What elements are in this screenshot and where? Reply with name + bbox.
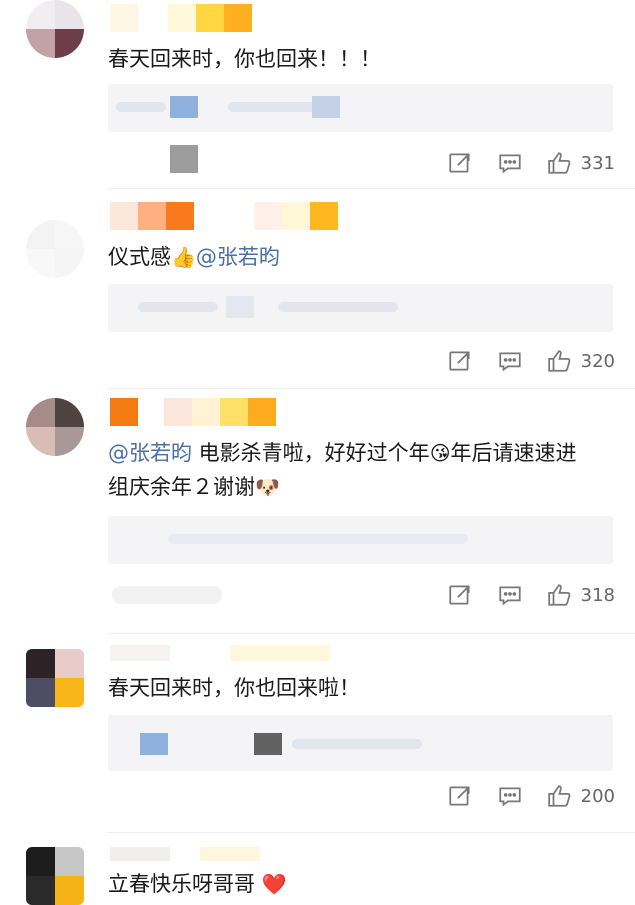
comment-icon [499,586,521,606]
comment-item: @张若昀 电影杀青啦，好好过个年😘年后请速速进组庆余年２谢谢🐶 318 [0,390,635,635]
comment-text: 春天回来时，你也回来！！！ [108,47,381,71]
divider [108,633,635,634]
reply-preview[interactable] [108,284,613,332]
comment-item: 春天回来时，你也回来啦！ 200 [0,635,635,835]
username-redacted[interactable] [110,4,252,32]
like-count: 320 [580,350,615,372]
like-count: 200 [580,785,615,807]
comment-icon [499,154,521,174]
comment-icon [499,787,521,807]
divider [108,832,635,833]
like-button[interactable]: 318 [547,582,615,608]
reply-button[interactable] [497,783,523,809]
comment-text: 电影杀青啦，好好过个年 [192,441,430,465]
avatar[interactable] [26,220,84,278]
username-redacted[interactable] [110,202,338,230]
thumbs-up-emoji: 👍 [171,245,196,269]
reply-preview[interactable] [108,84,613,132]
comment-text: 仪式感 [108,245,171,269]
kiss-emoji: 😘 [429,441,451,465]
share-icon [449,786,470,806]
reply-preview[interactable] [108,516,613,564]
reply-button[interactable] [497,150,523,176]
divider [108,388,635,389]
thumbs-up-icon [547,584,571,606]
divider [108,188,635,189]
comment-item: 春天回来时，你也回来！！！ 331 [0,0,635,190]
heart-emoji: ❤️ [261,872,287,896]
thumbs-up-icon [547,350,571,372]
like-button[interactable]: 200 [547,783,615,809]
share-icon [449,351,470,371]
user-badge-redacted [170,145,198,173]
reply-preview[interactable] [108,715,613,771]
share-button[interactable] [447,348,473,374]
username-redacted[interactable] [110,645,330,671]
avatar[interactable] [26,847,84,905]
comment-item: 立春快乐呀哥哥 ❤️ [0,835,635,905]
thumbs-up-icon [547,152,571,174]
username-redacted[interactable] [110,398,276,426]
reply-button[interactable] [497,582,523,608]
comment-icon [499,352,521,372]
dog-emoji: 🐶 [255,475,280,499]
share-icon [449,153,470,173]
avatar[interactable] [26,398,84,456]
thumbs-up-icon [547,785,571,807]
like-button[interactable]: 320 [547,348,615,374]
avatar[interactable] [26,649,84,707]
mention-link[interactable]: @张若昀 [196,245,280,269]
comment-item: 仪式感👍@张若昀 320 [0,190,635,390]
comment-text: 立春快乐呀哥哥 [108,872,255,896]
like-count: 331 [580,152,615,174]
like-count: 318 [580,584,615,606]
reply-button[interactable] [497,348,523,374]
comment-text: 春天回来时，你也回来啦！ [108,676,360,700]
share-icon [449,585,470,605]
like-button[interactable]: 331 [547,150,615,176]
avatar[interactable] [26,0,84,58]
share-button[interactable] [447,150,473,176]
share-button[interactable] [447,582,473,608]
mention-link[interactable]: @张若昀 [108,441,192,465]
share-button[interactable] [447,783,473,809]
timestamp-redacted [112,586,222,604]
